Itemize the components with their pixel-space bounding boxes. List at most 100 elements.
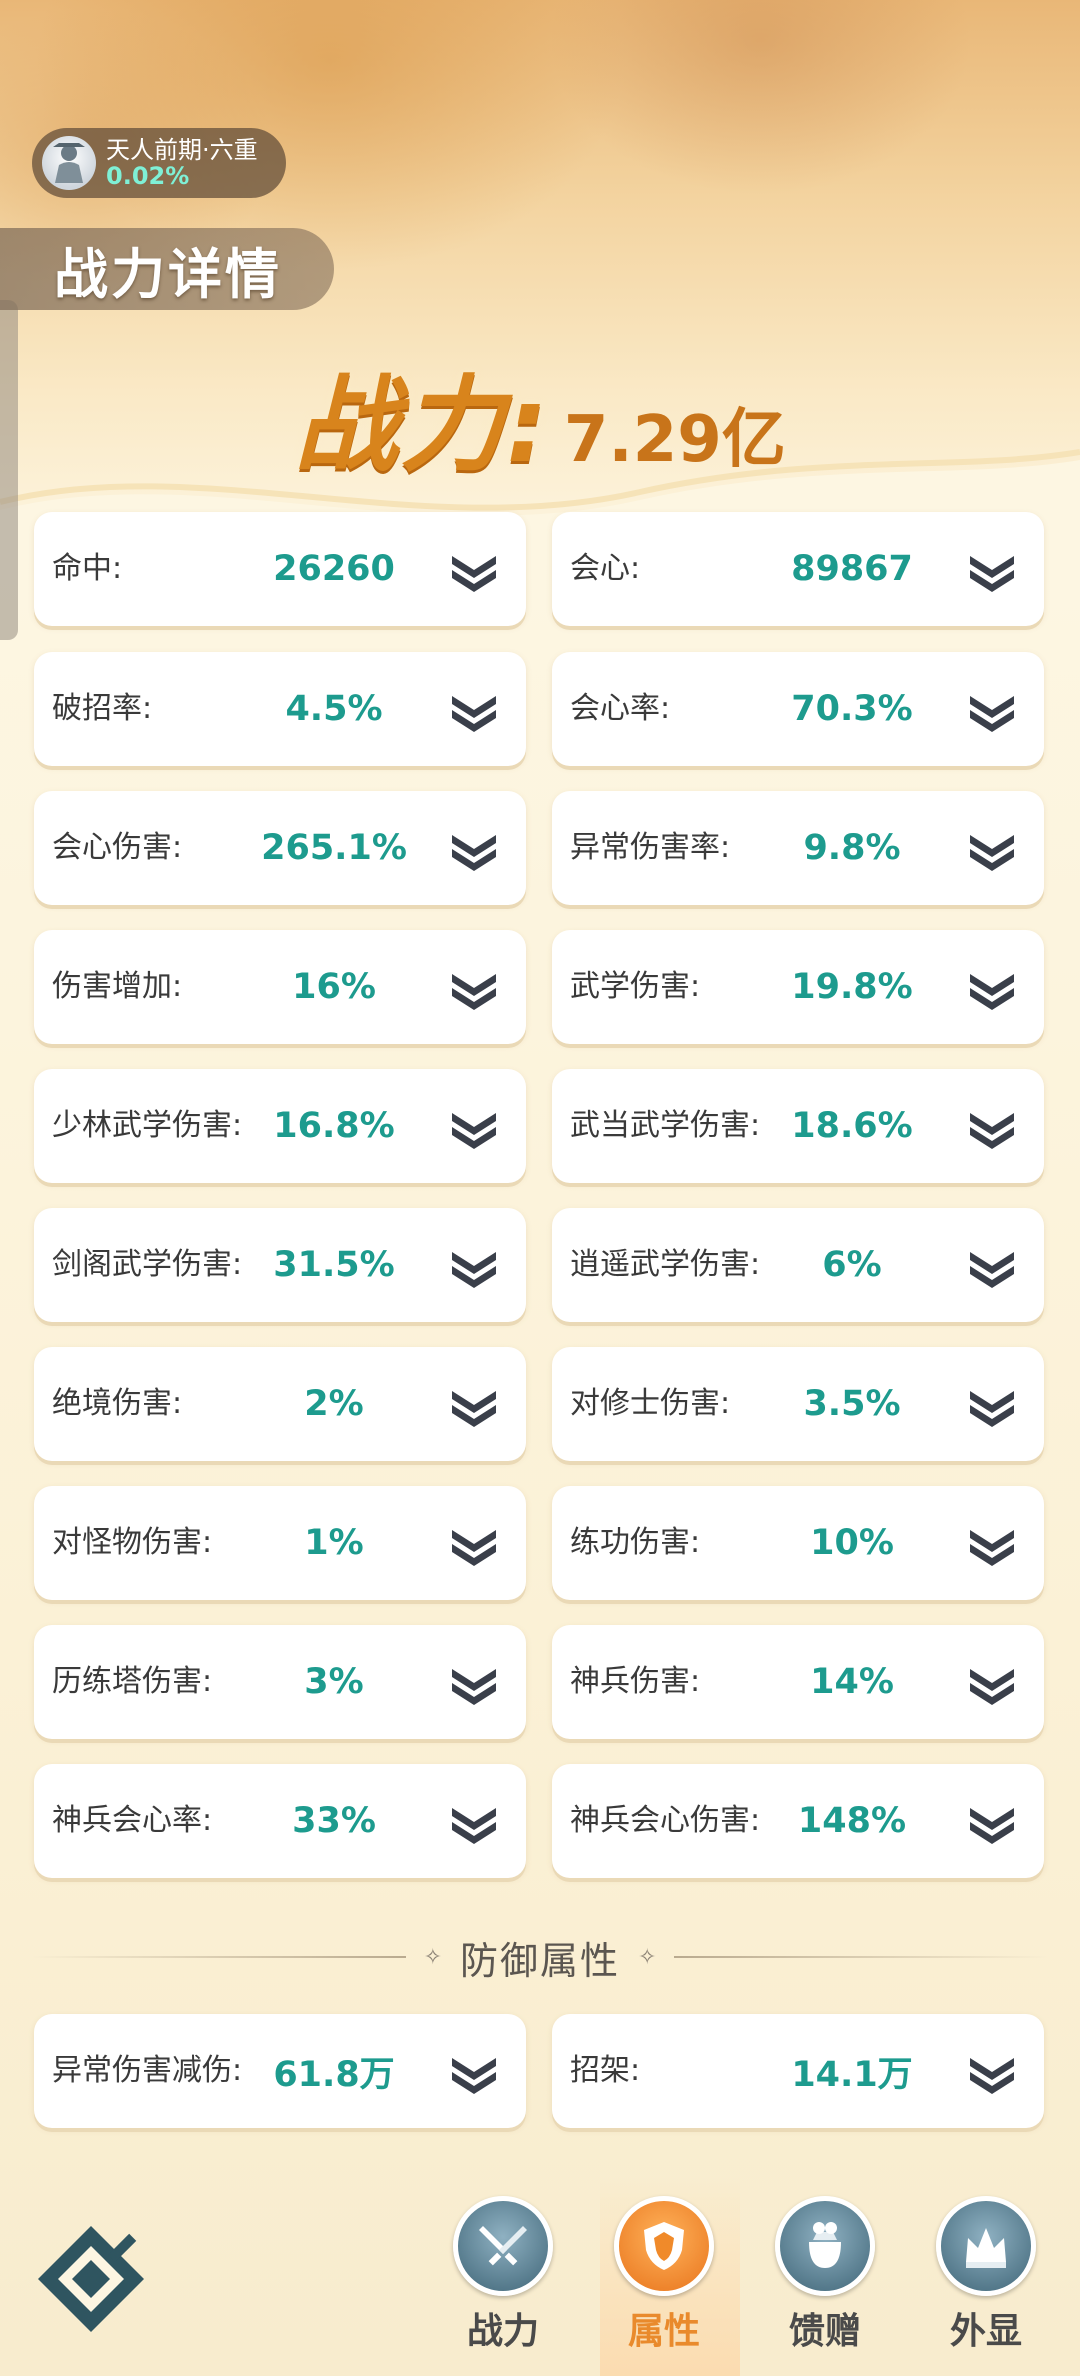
stat-label: 会心率: xyxy=(570,690,671,726)
stat-label: 神兵会心率: xyxy=(52,1802,213,1838)
stat-card[interactable]: 少林武学伤害: 16.8% xyxy=(34,1069,526,1183)
page-title-tab: 战力详情 xyxy=(0,228,334,310)
rank-badge[interactable]: 天人前期·六重 0.02% xyxy=(32,128,286,198)
chevron-down-icon[interactable] xyxy=(448,1244,500,1288)
stat-label: 神兵伤害: xyxy=(570,1663,701,1699)
stat-card[interactable]: 对修士伤害: 3.5% xyxy=(552,1347,1044,1461)
stat-value: 19.8% xyxy=(791,967,913,1007)
gift-bag-icon xyxy=(775,2196,875,2296)
stat-value: 16.8% xyxy=(273,1106,395,1146)
stat-card[interactable]: 破招率: 4.5% xyxy=(34,652,526,766)
stat-value: 89867 xyxy=(791,549,913,589)
chevron-down-icon[interactable] xyxy=(448,1522,500,1566)
stat-card[interactable]: 伤害增加: 16% xyxy=(34,930,526,1044)
character-icon xyxy=(53,143,85,183)
crown-icon xyxy=(936,2196,1036,2296)
chevron-down-icon[interactable] xyxy=(448,966,500,1010)
stat-value: 9.8% xyxy=(803,828,901,868)
stat-value: 61.8万 xyxy=(273,2054,395,2095)
stat-value: 265.1% xyxy=(261,828,407,868)
stat-card[interactable]: 异常伤害率: 9.8% xyxy=(552,791,1044,905)
chevron-down-icon[interactable] xyxy=(966,1661,1018,1705)
chevron-down-icon[interactable] xyxy=(966,1522,1018,1566)
power-value: 7.29亿 xyxy=(563,403,786,477)
defense-stat-card[interactable]: 异常伤害减伤: 61.8万 xyxy=(34,2014,526,2128)
stat-card[interactable]: 剑阁武学伤害: 31.5% xyxy=(34,1208,526,1322)
section-title: 防御属性 xyxy=(460,1938,621,1983)
chevron-down-icon[interactable] xyxy=(448,2050,500,2094)
nav-tab-power[interactable]: 战力 xyxy=(443,2196,563,2356)
nav-label: 外显 xyxy=(949,2311,1022,2352)
shield-icon xyxy=(614,2196,714,2296)
rank-name: 天人前期·六重 xyxy=(106,135,258,164)
defense-stat-card[interactable]: 招架: 14.1万 xyxy=(552,2014,1044,2128)
chevron-down-icon[interactable] xyxy=(966,1244,1018,1288)
nav-tab-appearance[interactable]: 外显 xyxy=(926,2196,1046,2356)
stat-card[interactable]: 会心率: 70.3% xyxy=(552,652,1044,766)
chevron-down-icon[interactable] xyxy=(448,548,500,592)
stat-value: 3.5% xyxy=(803,1384,901,1424)
chevron-down-icon[interactable] xyxy=(966,2050,1018,2094)
stat-label: 武当武学伤害: xyxy=(570,1107,761,1143)
stat-card[interactable]: 绝境伤害: 2% xyxy=(34,1347,526,1461)
nav-label: 战力 xyxy=(466,2311,539,2352)
chevron-down-icon[interactable] xyxy=(966,827,1018,871)
stat-value: 1% xyxy=(304,1523,364,1563)
stat-card[interactable]: 练功伤害: 10% xyxy=(552,1486,1044,1600)
stat-card[interactable]: 历练塔伤害: 3% xyxy=(34,1625,526,1739)
stat-card[interactable]: 会心伤害: 265.1% xyxy=(34,791,526,905)
stat-card[interactable]: 神兵伤害: 14% xyxy=(552,1625,1044,1739)
stat-value: 4.5% xyxy=(285,689,383,729)
stat-value: 26260 xyxy=(273,549,395,589)
chevron-down-icon[interactable] xyxy=(448,1383,500,1427)
chevron-down-icon[interactable] xyxy=(448,1105,500,1149)
nav-tab-gifts[interactable]: 馈赠 xyxy=(765,2196,885,2356)
power-display: 战力: 7.29亿 xyxy=(0,340,1080,486)
divider-line xyxy=(32,1956,406,1958)
nav-label: 属性 xyxy=(627,2311,700,2352)
stat-label: 神兵会心伤害: xyxy=(570,1802,761,1838)
stat-card[interactable]: 神兵会心率: 33% xyxy=(34,1764,526,1878)
game-logo-icon[interactable] xyxy=(32,2220,150,2338)
stat-card[interactable]: 会心: 89867 xyxy=(552,512,1044,626)
chevron-down-icon[interactable] xyxy=(966,1800,1018,1844)
chevron-down-icon[interactable] xyxy=(966,688,1018,732)
stat-label: 伤害增加: xyxy=(52,968,183,1004)
chevron-down-icon[interactable] xyxy=(966,966,1018,1010)
stat-label: 命中: xyxy=(52,550,123,586)
stat-card[interactable]: 命中: 26260 xyxy=(34,512,526,626)
diamond-ornament-icon: ✧ xyxy=(423,1944,442,1970)
chevron-down-icon[interactable] xyxy=(966,548,1018,592)
stat-value: 14% xyxy=(810,1662,894,1702)
chevron-down-icon[interactable] xyxy=(448,1800,500,1844)
section-header-defense: ✧ 防御属性 ✧ xyxy=(32,1922,1049,1992)
page-title: 战力详情 xyxy=(54,242,282,306)
stat-value: 31.5% xyxy=(273,1245,395,1285)
rank-percent: 0.02% xyxy=(106,162,190,190)
stat-label: 练功伤害: xyxy=(570,1524,701,1560)
stat-label: 破招率: xyxy=(52,690,153,726)
stat-card[interactable]: 神兵会心伤害: 148% xyxy=(552,1764,1044,1878)
stat-label: 逍遥武学伤害: xyxy=(570,1246,761,1282)
stat-card[interactable]: 武学伤害: 19.8% xyxy=(552,930,1044,1044)
nav-label: 馈赠 xyxy=(788,2311,861,2352)
diamond-ornament-icon: ✧ xyxy=(638,1944,657,1970)
stat-label: 对修士伤害: xyxy=(570,1385,731,1421)
divider-line xyxy=(674,1956,1049,1958)
chevron-down-icon[interactable] xyxy=(448,688,500,732)
nav-tab-attributes[interactable]: 属性 xyxy=(604,2196,724,2356)
stat-label: 异常伤害率: xyxy=(570,829,731,865)
stat-card[interactable]: 逍遥武学伤害: 6% xyxy=(552,1208,1044,1322)
stat-card[interactable]: 对怪物伤害: 1% xyxy=(34,1486,526,1600)
chevron-down-icon[interactable] xyxy=(448,827,500,871)
stat-value: 33% xyxy=(292,1801,376,1841)
stat-label: 会心: xyxy=(570,550,641,586)
stat-value: 14.1万 xyxy=(791,2054,913,2095)
chevron-down-icon[interactable] xyxy=(966,1383,1018,1427)
chevron-down-icon[interactable] xyxy=(966,1105,1018,1149)
chevron-down-icon[interactable] xyxy=(448,1661,500,1705)
power-label: 战力: xyxy=(294,364,550,486)
stat-card[interactable]: 武当武学伤害: 18.6% xyxy=(552,1069,1044,1183)
stat-label: 剑阁武学伤害: xyxy=(52,1246,243,1282)
stat-label: 对怪物伤害: xyxy=(52,1524,213,1560)
